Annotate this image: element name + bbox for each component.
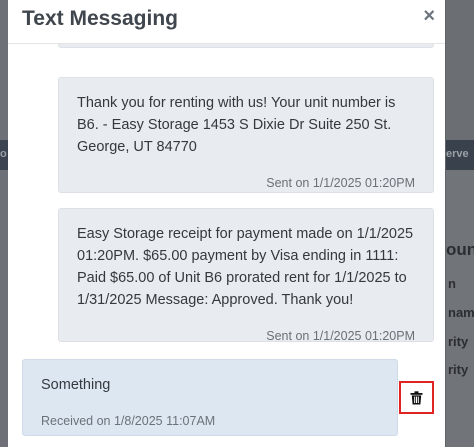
backdrop-right-bar: erve [446, 140, 474, 170]
backdrop-text-fragment: rity [448, 362, 469, 377]
modal-header: Text Messaging × [8, 0, 445, 44]
close-button[interactable]: × [423, 5, 435, 28]
message-bubble-sent: Thank you for renting with us! Your unit… [58, 77, 434, 193]
backdrop-text-fragment: nam [448, 305, 474, 320]
message-timestamp: Sent on 1/1/2025 01:20PM [266, 176, 415, 190]
close-icon: × [423, 5, 435, 27]
message-text: Easy Storage receipt for payment made on… [77, 226, 414, 308]
delete-message-button[interactable] [399, 381, 434, 414]
trash-icon [410, 390, 423, 404]
text-messaging-modal: Text Messaging × Thank you for renting w… [8, 0, 445, 447]
message-text: Something [41, 377, 111, 393]
backdrop-text-fragment: n [448, 276, 456, 291]
message-timestamp: Sent on 1/1/2025 01:20PM [266, 329, 415, 343]
backdrop-text-fragment: rity [448, 334, 469, 349]
message-thread[interactable]: Thank you for renting with us! Your unit… [8, 28, 445, 447]
backdrop-right-bar-text: erve [446, 148, 469, 160]
modal-title: Text Messaging [22, 7, 178, 30]
backdrop-left-text: o [0, 148, 7, 160]
message-text: Thank you for renting with us! Your unit… [77, 95, 396, 155]
backdrop-heading-fragment: oun [446, 240, 474, 259]
message-bubble-received: Something Received on 1/8/2025 11:07AM [22, 359, 398, 436]
message-bubble-sent: Easy Storage receipt for payment made on… [58, 208, 434, 343]
message-timestamp: Received on 1/8/2025 11:07AM [41, 414, 216, 428]
